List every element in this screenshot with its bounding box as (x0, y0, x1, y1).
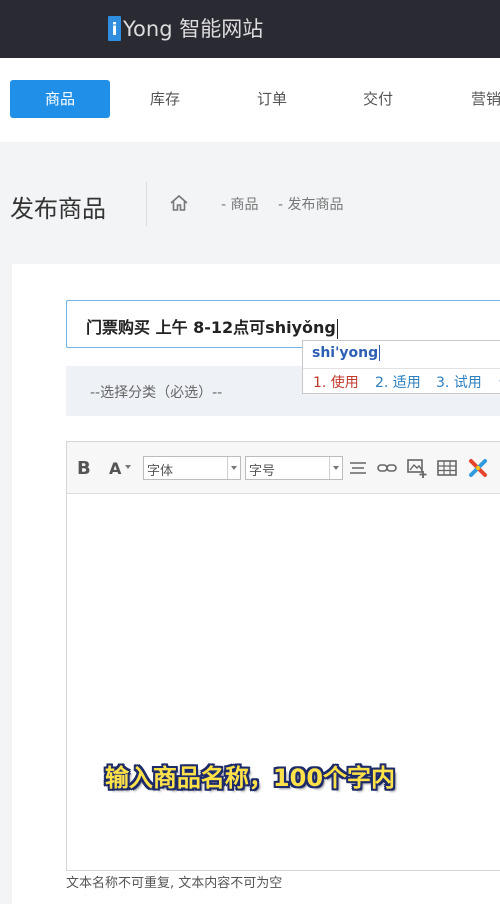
rich-text-editor[interactable]: B A 字体 字号 (66, 441, 500, 871)
home-icon[interactable] (169, 194, 189, 212)
font-size-select[interactable]: 字号 (245, 456, 343, 480)
ime-candidate-popup: shi'yong 1. 使用 2. 适用 3. 试用 4 (302, 340, 500, 394)
nav-item-inventory[interactable]: 库存 (125, 80, 205, 118)
ime-candidate-1[interactable]: 1. 使用 (313, 372, 359, 392)
category-placeholder: --选择分类（必选）-- (90, 385, 223, 401)
link-icon[interactable] (376, 457, 398, 479)
image-icon[interactable] (406, 457, 428, 479)
breadcrumb-publish: - 发布商品 (278, 197, 344, 213)
font-family-label: 字体 (147, 464, 174, 479)
font-family-select[interactable]: 字体 (143, 456, 241, 480)
text-caret (336, 318, 338, 339)
editor-toolbar: B A 字体 字号 (67, 442, 500, 494)
ime-pinyin: shi'yong (312, 345, 379, 361)
nav-item-delivery[interactable]: 交付 (338, 80, 418, 118)
clear-format-icon[interactable] (467, 457, 489, 479)
page-title: 发布商品 (10, 195, 106, 223)
divider (146, 182, 147, 226)
ime-caret (379, 345, 381, 361)
brand-logo[interactable]: i Yong 智能网站 (108, 14, 263, 42)
nav-item-marketing[interactable]: 营销 (446, 80, 500, 118)
caption-text: 输入商品名称，100个字内 (104, 764, 396, 792)
font-size-label: 字号 (249, 464, 276, 479)
ime-candidate-3[interactable]: 3. 试用 (436, 372, 482, 392)
video-caption: 输入商品名称，100个字内 (0, 758, 500, 793)
main-nav: 商品 库存 订单 交付 营销 (0, 58, 500, 142)
chevron-down-icon[interactable] (227, 457, 240, 479)
chevron-down-icon[interactable] (329, 457, 342, 479)
nav-item-goods[interactable]: 商品 (10, 80, 110, 118)
breadcrumb-goods[interactable]: - 商品 (221, 194, 259, 214)
ime-separator (303, 368, 500, 369)
logo-mark: i (108, 15, 121, 41)
page-header: 发布商品 - 商品 - 发布商品 (0, 142, 500, 264)
nav-item-orders[interactable]: 订单 (232, 80, 312, 118)
align-icon[interactable] (347, 457, 369, 479)
product-title-value: 门票购买 上午 8-12点可shiyǒng (86, 318, 336, 337)
bold-button[interactable]: B (77, 458, 91, 479)
chevron-down-icon[interactable] (125, 465, 131, 469)
form-hint: 文本名称不可重复, 文本内容不可为空 (66, 876, 283, 891)
top-bar: i Yong 智能网站 (0, 0, 500, 58)
table-icon[interactable] (436, 457, 458, 479)
logo-text: Yong 智能网站 (123, 17, 264, 41)
font-color-button[interactable]: A (109, 459, 121, 478)
ime-candidate-2[interactable]: 2. 适用 (375, 372, 421, 392)
